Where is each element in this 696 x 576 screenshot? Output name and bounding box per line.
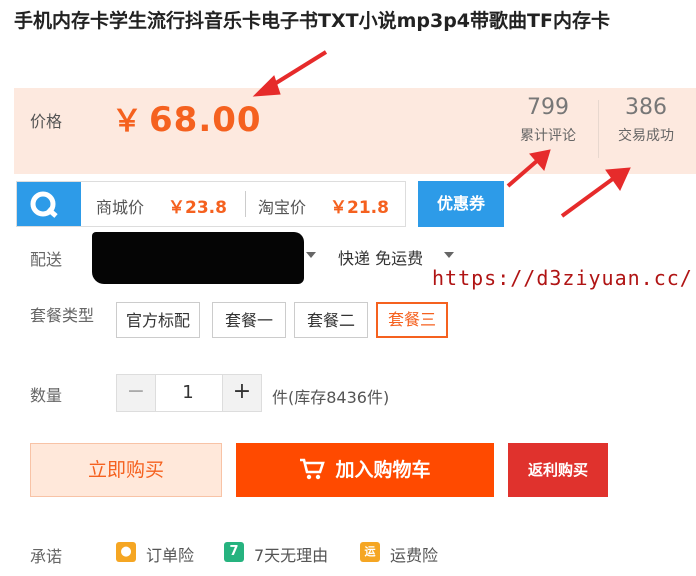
stat-divider bbox=[598, 100, 599, 158]
stock-info: 件(库存8436件) bbox=[272, 388, 390, 407]
shipping-method[interactable]: 快递 免运费 bbox=[338, 245, 423, 269]
address-dropdown-icon[interactable] bbox=[306, 252, 316, 258]
sales-count-stat: 386 交易成功 bbox=[600, 94, 692, 150]
coupon-button[interactable]: 优惠券 bbox=[418, 181, 504, 227]
price-label: 价格 bbox=[30, 112, 63, 131]
review-count: 799 bbox=[527, 95, 569, 120]
compare-divider bbox=[245, 191, 246, 217]
shipping-insurance-text: 运费险 bbox=[390, 546, 439, 565]
sales-count: 386 bbox=[625, 95, 667, 120]
package-option-2[interactable]: 套餐二 bbox=[294, 302, 368, 338]
sales-count-label: 交易成功 bbox=[618, 128, 674, 144]
shipping-label: 配送 bbox=[30, 250, 63, 269]
annotation-arrow-reviews bbox=[506, 149, 551, 188]
package-option-1[interactable]: 套餐一 bbox=[212, 302, 286, 338]
taobao-price-label: 淘宝价 bbox=[258, 198, 307, 217]
rebate-buy-button[interactable]: 返利购买 bbox=[508, 443, 608, 497]
review-count-stat[interactable]: 799 累计评论 bbox=[502, 94, 594, 150]
quantity-input[interactable]: 1 bbox=[154, 374, 222, 412]
seven-day-return-text: 7天无理由 bbox=[254, 546, 329, 565]
search-q-icon bbox=[30, 191, 58, 218]
seven-day-return-icon: 7 bbox=[224, 542, 244, 562]
package-label: 套餐类型 bbox=[30, 306, 95, 325]
quantity-increase-button[interactable]: + bbox=[222, 374, 262, 412]
currency-symbol: ￥ bbox=[112, 104, 143, 139]
package-option-3-selected[interactable]: 套餐三 bbox=[376, 302, 448, 338]
shipping-dropdown-icon[interactable] bbox=[444, 252, 454, 258]
promise-label: 承诺 bbox=[30, 547, 63, 566]
mall-price-label: 商城价 bbox=[96, 198, 145, 217]
product-title: 手机内存卡学生流行抖音乐卡电子书TXT小说mp3p4带歌曲TF内存卡 bbox=[14, 10, 610, 32]
shipping-insurance-icon: 运 bbox=[360, 542, 380, 562]
order-insurance-text: 订单险 bbox=[146, 546, 195, 565]
quantity-label: 数量 bbox=[30, 386, 63, 405]
cart-icon bbox=[300, 458, 326, 480]
package-option-standard[interactable]: 官方标配 bbox=[116, 302, 200, 338]
annotation-arrow-price bbox=[252, 50, 328, 97]
annotation-arrow-sales bbox=[560, 167, 631, 218]
order-insurance-icon: ● bbox=[116, 542, 136, 562]
taobao-price-value: ￥21.8 bbox=[330, 198, 389, 218]
mall-price-value: ￥23.8 bbox=[168, 198, 227, 218]
buy-now-button[interactable]: 立即购买 bbox=[30, 443, 222, 497]
add-to-cart-label: 加入购物车 bbox=[335, 459, 431, 481]
watermark-url: https://d3ziyuan.cc/ bbox=[432, 266, 693, 290]
quantity-decrease-button[interactable]: − bbox=[116, 374, 156, 412]
redacted-address bbox=[92, 232, 304, 284]
add-to-cart-button[interactable]: 加入购物车 bbox=[236, 443, 494, 497]
